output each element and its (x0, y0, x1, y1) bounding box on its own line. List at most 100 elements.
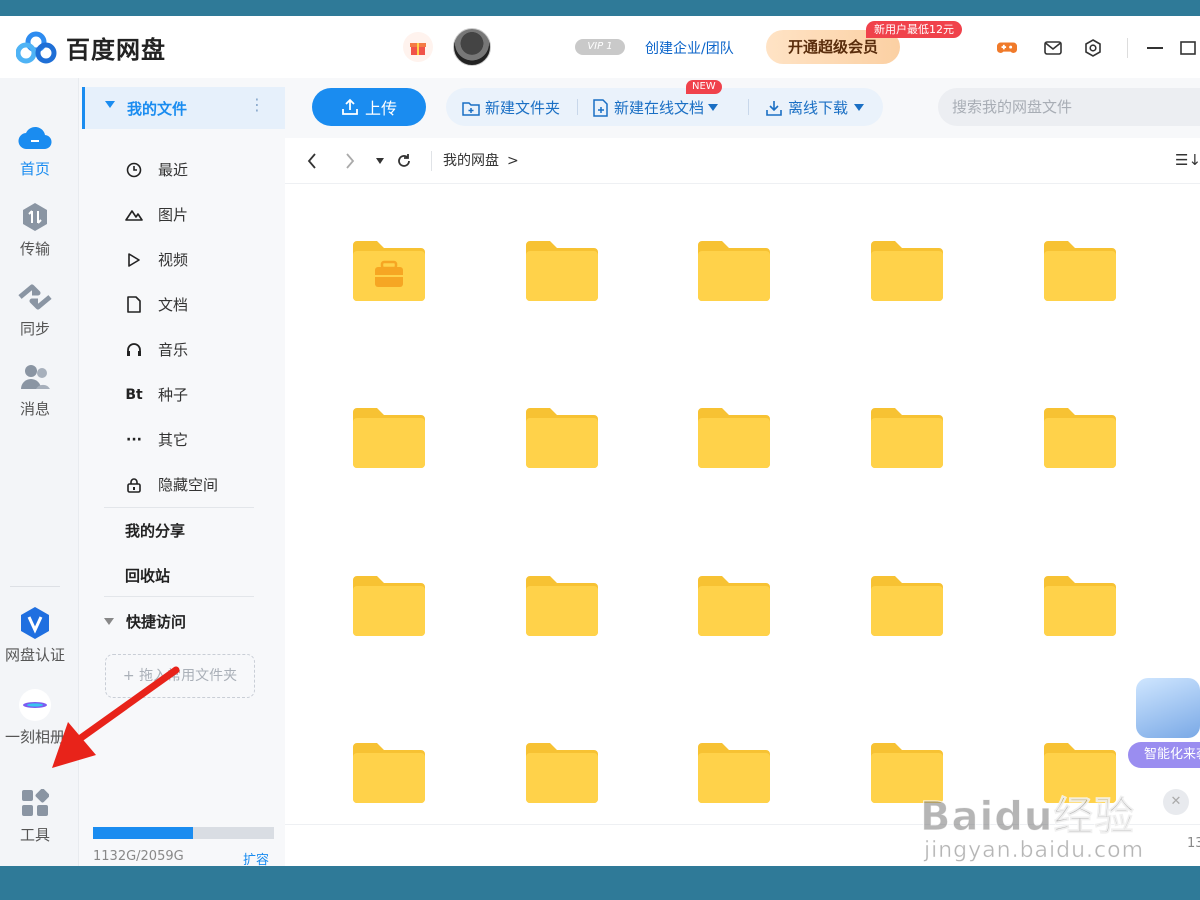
sidebar-item-videos[interactable]: 视频 (124, 249, 188, 270)
folder-icon[interactable] (351, 574, 427, 638)
close-icon[interactable]: ✕ (1163, 789, 1189, 815)
file-sidebar: 我的文件 ⋮ 最近 图片 视频 文档 音乐 Bt 种子 ··· 其它 隐藏空间 … (78, 78, 286, 866)
quick-access-header[interactable]: 快捷访问 (104, 611, 186, 632)
nav-item-home[interactable]: 首页 (0, 120, 70, 179)
expand-storage-link[interactable]: 扩容 (243, 849, 269, 866)
folder-icon[interactable] (1042, 406, 1118, 470)
sort-icon[interactable]: ☰↓ (1175, 151, 1200, 169)
expand-triangle-icon (104, 618, 114, 625)
folder-icon[interactable] (696, 574, 772, 638)
vip-badge[interactable]: VIP 1 (575, 39, 625, 55)
sidebar-item-my-files[interactable]: 我的文件 ⋮ (82, 87, 286, 129)
mail-icon[interactable] (1043, 38, 1063, 58)
sidebar-divider (104, 596, 254, 597)
folder-icon[interactable] (869, 574, 945, 638)
more-icon: ··· (126, 431, 142, 448)
cloud-icon (18, 120, 52, 154)
nav-item-sync[interactable]: 同步 (0, 280, 70, 339)
search-input[interactable] (938, 88, 1200, 126)
music-icon (124, 340, 144, 360)
sidebar-item-music[interactable]: 音乐 (124, 339, 188, 360)
folder-icon[interactable] (524, 239, 600, 303)
minimize-icon[interactable] (1145, 38, 1165, 58)
toolbar-divider (748, 99, 749, 115)
status-divider (285, 824, 1200, 825)
sidebar-item-hidden-space[interactable]: 隐藏空间 (124, 474, 218, 495)
folder-icon[interactable] (1042, 574, 1118, 638)
user-avatar[interactable] (453, 28, 491, 66)
folder-icon[interactable] (696, 406, 772, 470)
settings-gear-icon[interactable] (1083, 38, 1103, 58)
nav-item-verify[interactable]: 网盘认证 (0, 606, 70, 665)
game-icon[interactable] (997, 38, 1017, 58)
message-icon (18, 360, 52, 394)
app-logo: 百度网盘 (16, 30, 166, 65)
nav-item-tools[interactable]: 工具 (0, 786, 70, 845)
more-vertical-icon[interactable]: ⋮ (249, 95, 265, 114)
nav-item-label: 网盘认证 (4, 646, 65, 664)
sidebar-item-label: 图片 (158, 206, 189, 224)
sidebar-item-documents[interactable]: 文档 (124, 294, 188, 315)
ai-assistant-widget[interactable]: 智能化来袭 (1128, 670, 1200, 770)
folder-icon[interactable] (351, 406, 427, 470)
sidebar-item-label: 种子 (158, 386, 189, 404)
file-count: 13 (1187, 836, 1200, 851)
nav-item-label: 消息 (19, 400, 50, 418)
folder-icon[interactable] (1042, 239, 1118, 303)
baidu-netdisk-logo-icon (16, 31, 57, 63)
folder-icon[interactable] (1042, 741, 1118, 805)
sidebar-item-my-share[interactable]: 我的分享 (125, 520, 185, 541)
maximize-icon[interactable] (1178, 38, 1198, 58)
sidebar-item-others[interactable]: ··· 其它 (124, 429, 188, 450)
nav-item-label: 首页 (19, 160, 50, 178)
offline-download-button[interactable]: 离线下载 (765, 97, 869, 118)
new-online-doc-button[interactable]: 新建在线文档 (593, 97, 723, 118)
sidebar-item-torrents[interactable]: Bt 种子 (124, 384, 188, 405)
folder-icon[interactable] (869, 741, 945, 805)
document-icon (124, 295, 144, 315)
promo-badge: 新用户最低12元 (866, 21, 962, 38)
folder-icon[interactable] (696, 741, 772, 805)
folder-icon[interactable] (524, 574, 600, 638)
sidebar-item-label: 音乐 (158, 341, 189, 359)
video-icon (124, 250, 144, 270)
upload-icon (342, 98, 358, 115)
nav-item-album[interactable]: 一刻相册 (0, 688, 70, 747)
folder-icon[interactable] (696, 239, 772, 303)
new-folder-button[interactable]: 新建文件夹 (462, 97, 560, 118)
new-doc-label: 新建在线文档 (614, 99, 705, 117)
folder-icon[interactable] (351, 741, 427, 805)
upload-button[interactable]: 上传 (312, 88, 426, 126)
breadcrumb-item-root[interactable]: 我的网盘 (443, 153, 499, 169)
back-arrow-icon[interactable] (301, 150, 323, 172)
breadcrumb-divider (431, 151, 432, 171)
gift-icon[interactable] (403, 32, 433, 62)
forward-arrow-icon[interactable] (339, 150, 361, 172)
offline-download-label: 离线下载 (788, 99, 849, 117)
image-icon (124, 205, 144, 225)
quick-access-label: 快捷访问 (126, 613, 187, 631)
refresh-icon[interactable] (393, 150, 415, 172)
nav-item-label: 一刻相册 (4, 728, 65, 746)
folder-icon[interactable] (524, 741, 600, 805)
upload-label: 上传 (364, 99, 397, 118)
robot-icon (1136, 678, 1200, 738)
nav-item-transfer[interactable]: 传输 (0, 200, 70, 259)
folder-icon[interactable] (524, 406, 600, 470)
verify-icon (18, 606, 52, 640)
create-enterprise-link[interactable]: 创建企业/团队 (645, 38, 734, 58)
sidebar-item-label: 文档 (158, 296, 189, 314)
nav-item-message[interactable]: 消息 (0, 360, 70, 419)
sidebar-item-recycle-bin[interactable]: 回收站 (125, 565, 170, 586)
quick-access-dropzone[interactable]: + 拖入常用文件夹 (105, 654, 255, 698)
folder-icon[interactable] (869, 406, 945, 470)
folder-icon[interactable] (869, 239, 945, 303)
expand-triangle-icon (105, 101, 115, 108)
history-dropdown-icon[interactable] (369, 150, 391, 172)
sync-icon (18, 280, 52, 314)
primary-nav: 首页 传输 同步 消息 网盘认证 一刻相册 工具 (0, 78, 78, 866)
sidebar-item-recent[interactable]: 最近 (124, 159, 188, 180)
toolbox-folder-icon[interactable] (351, 239, 427, 303)
sidebar-item-images[interactable]: 图片 (124, 204, 188, 225)
album-icon (18, 688, 52, 722)
